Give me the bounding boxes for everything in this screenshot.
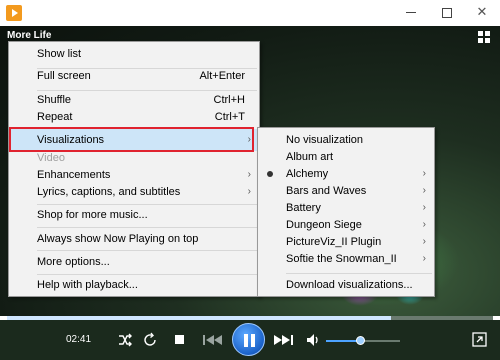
media-player-icon <box>6 5 22 21</box>
mute-button[interactable] <box>305 332 321 348</box>
stop-button[interactable] <box>174 334 185 345</box>
pause-icon <box>251 334 255 347</box>
shuffle-icon <box>119 333 132 347</box>
viz-item-label: Download visualizations... <box>286 279 413 291</box>
maximize-button[interactable] <box>430 0 464 26</box>
stop-icon <box>175 335 184 344</box>
menu-item-repeat[interactable]: Repeat Ctrl+T <box>11 106 257 128</box>
minimize-icon <box>406 12 416 14</box>
menu-item-more-options[interactable]: More options... <box>11 251 257 273</box>
close-icon: ✕ <box>476 4 488 19</box>
elapsed-time: 02:41 <box>66 334 92 345</box>
previous-button[interactable] <box>202 332 224 348</box>
chevron-right-icon: › <box>422 253 426 264</box>
menu-item-shortcut: Ctrl+T <box>214 111 245 123</box>
repeat-button[interactable] <box>142 332 158 348</box>
radio-bullet-icon <box>267 171 273 177</box>
menu-item-shortcut: Alt+Enter <box>199 70 245 82</box>
menu-item-show-list[interactable]: Show list <box>11 43 257 65</box>
menu-item-label: Repeat <box>37 111 73 123</box>
pause-button[interactable] <box>232 323 265 356</box>
next-button[interactable] <box>272 332 294 348</box>
grid-icon[interactable] <box>478 31 490 43</box>
viz-item-label: Softie the Snowman_II <box>286 253 397 265</box>
viz-item-softie-the-snowman[interactable]: Softie the Snowman_II › <box>260 248 432 270</box>
menu-item-help-with-playback[interactable]: Help with playback... <box>11 274 257 296</box>
menu-item-label: Lyrics, captions, and subtitles <box>37 186 181 198</box>
volume-fill <box>326 340 361 342</box>
close-button[interactable]: ✕ <box>465 0 499 26</box>
now-playing-title: More Life <box>7 30 52 41</box>
menu-item-lyrics-captions-subtitles[interactable]: Lyrics, captions, and subtitles › <box>11 181 257 203</box>
menu-item-label: Show list <box>37 48 82 60</box>
switch-to-library-icon <box>472 332 487 347</box>
chevron-right-icon: › <box>247 186 251 197</box>
title-bar: ✕ <box>0 0 500 26</box>
shuffle-button[interactable] <box>117 332 133 348</box>
switch-to-library-button[interactable] <box>472 332 487 347</box>
next-icon <box>274 335 293 345</box>
menu-item-always-on-top[interactable]: Always show Now Playing on top <box>11 228 257 250</box>
menu-item-full-screen[interactable]: Full screen Alt+Enter <box>11 65 257 87</box>
context-menu: Show list Full screen Alt+Enter Shuffle … <box>8 41 260 297</box>
menu-item-label: Shop for more music... <box>37 209 148 221</box>
pause-icon <box>244 334 248 347</box>
menu-item-label: Help with playback... <box>37 279 138 291</box>
maximize-icon <box>442 7 452 18</box>
volume-icon <box>307 334 318 346</box>
menu-item-label: Full screen <box>37 70 91 82</box>
playback-controls: 02:41 <box>0 320 500 360</box>
menu-item-shop-for-more-music[interactable]: Shop for more music... <box>11 204 257 226</box>
menu-item-label: Always show Now Playing on top <box>37 233 199 245</box>
repeat-icon <box>144 332 156 346</box>
viz-item-download-visualizations[interactable]: Download visualizations... <box>260 274 432 296</box>
volume-slider-handle[interactable] <box>356 336 366 345</box>
previous-icon <box>203 335 222 345</box>
menu-item-label: More options... <box>37 256 110 268</box>
visualizations-submenu: No visualization Album art Alchemy › Bar… <box>257 127 435 297</box>
minimize-button[interactable] <box>394 0 428 26</box>
volume-slider[interactable] <box>326 336 400 345</box>
